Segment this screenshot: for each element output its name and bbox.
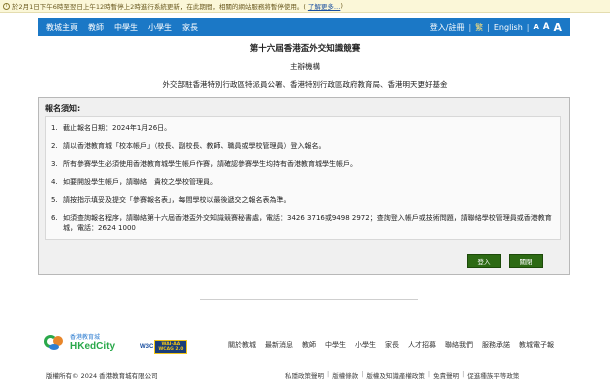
- footer-link-parents[interactable]: 家長: [385, 340, 399, 350]
- page-header: 第十六屆香港盃外交知識競賽 主辦機構 外交部駐香港特別行政區特派員公署、香港特別…: [0, 40, 610, 90]
- policy-link-ip[interactable]: 版權及知識產權政策: [366, 370, 425, 380]
- w3c-logo: W3C: [140, 344, 154, 350]
- nav-item-parents[interactable]: 家長: [182, 22, 198, 33]
- notice-text: 於2月1日下午6時至翌日上午12時暫停上2時進行系統更新，在此期間，相關的網站服…: [12, 3, 306, 11]
- footer-link-about[interactable]: 關於教城: [228, 340, 256, 350]
- nav-item-teachers[interactable]: 教師: [88, 22, 104, 33]
- wcag-version: WCAG 2.0: [158, 347, 184, 352]
- nav-item-secondary[interactable]: 中學生: [114, 22, 138, 33]
- item-number: 4.: [51, 178, 58, 186]
- copyright-text: 版權所有© 2024 香港教育城有限公司: [46, 372, 158, 380]
- item-text: 請以香港教育城「校本帳戶」（校長、副校長、教師、職員或學校管理員）登入報名。: [63, 142, 326, 150]
- footer-link-contact[interactable]: 聯絡我們: [445, 340, 473, 350]
- notice-close-paren: ): [340, 2, 343, 10]
- list-item: 2. 請以香港教育城「校本帳戶」（校長、副校長、教師、職員或學校管理員）登入報名…: [51, 141, 556, 151]
- footer-links: 關於教城 最新消息 教師 中學生 小學生 家長 人才招募 聯絡我們 服務承諾 教…: [228, 340, 554, 350]
- list-item: 1. 截止報名日期：2024年1月26日。: [51, 123, 556, 133]
- item-text: 請按指示填妥及提交「參賽報名表」，每間學校以最後遞交之報名表為準。: [63, 196, 291, 204]
- nav-utilities: 登入/註冊 | 繁 | English | A A A: [430, 21, 562, 34]
- font-size-medium-button[interactable]: A: [543, 22, 550, 32]
- policy-links: 私隱政策聲明 | 版權條款 | 版權及知識產權政策 | 免責聲明 | 促進種族平…: [285, 370, 519, 380]
- logo-english: HKedCity: [70, 341, 116, 352]
- hkedcity-logo[interactable]: 香港教育城 HKedCity: [44, 332, 115, 352]
- separator: |: [327, 370, 330, 378]
- font-size-large-button[interactable]: A: [553, 21, 562, 34]
- login-button[interactable]: 登入: [467, 254, 501, 268]
- footer-link-secondary[interactable]: 中學生: [325, 340, 346, 350]
- list-item: 6. 如須查詢報名程序，請聯絡第十六屆香港盃外交知識競賽秘書處，電話：3426 …: [51, 213, 556, 233]
- close-button[interactable]: 關閉: [509, 254, 543, 268]
- lang-english-link[interactable]: English: [494, 23, 523, 32]
- hkedcity-logo-icon: [44, 332, 68, 352]
- top-navigation: 教城主頁 教師 中學生 小學生 家長 登入/註冊 | 繁 | English |…: [38, 18, 570, 36]
- separator: |: [427, 370, 431, 378]
- footer-link-primary[interactable]: 小學生: [355, 340, 376, 350]
- notice-bar: i 於2月1日下午6時至翌日上午12時暫停上2時進行系統更新，在此期間，相關的網…: [0, 0, 610, 13]
- notice-list: 1. 截止報名日期：2024年1月26日。 2. 請以香港教育城「校本帳戶」（校…: [45, 116, 561, 240]
- page-title: 第十六屆香港盃外交知識競賽: [249, 44, 361, 54]
- learn-more-link[interactable]: 了解更多…: [308, 1, 341, 11]
- list-item: 4. 如要開設學生帳戶，請聯絡 貴校之學校管理員。: [51, 177, 556, 187]
- footer-link-pledge[interactable]: 服務承諾: [482, 340, 510, 350]
- nav-item-home[interactable]: 教城主頁: [46, 22, 78, 33]
- separator: |: [361, 370, 364, 378]
- login-register-link[interactable]: 登入/註冊: [430, 22, 465, 33]
- separator: |: [468, 22, 472, 32]
- nav-menu: 教城主頁 教師 中學生 小學生 家長: [46, 22, 198, 33]
- logo-chinese: 香港教育城: [70, 334, 101, 341]
- footer-link-careers[interactable]: 人才招募: [408, 340, 436, 350]
- panel-title: 報名須知:: [45, 104, 81, 113]
- footer-link-newsletter[interactable]: 教城電子報: [519, 340, 554, 350]
- policy-link-privacy[interactable]: 私隱政策聲明: [285, 370, 324, 380]
- registration-notice-panel: 報名須知: 1. 截止報名日期：2024年1月26日。 2. 請以香港教育城「校…: [38, 97, 570, 275]
- item-text: 如須查詢報名程序，請聯絡第十六屆香港盃外交知識競賽秘書處，電話：3426 371…: [63, 214, 552, 232]
- organizer-label: 主辦機構: [290, 62, 320, 71]
- lang-traditional-link[interactable]: 繁: [475, 22, 483, 33]
- list-item: 5. 請按指示填妥及提交「參賽報名表」，每間學校以最後遞交之報名表為準。: [51, 195, 556, 205]
- separator: |: [462, 370, 465, 378]
- item-number: 2.: [51, 142, 58, 150]
- policy-link-disclaimer[interactable]: 免責聲明: [433, 370, 459, 380]
- wai-aa-badge: WAI-AA WCAG 2.0: [154, 340, 188, 354]
- item-number: 1.: [51, 124, 58, 132]
- separator: |: [526, 22, 530, 32]
- item-text: 所有參賽學生必須使用香港教育城學生帳戶作賽，請確認參賽學生均持有香港教育城學生帳…: [63, 160, 357, 168]
- item-number: 6.: [51, 214, 58, 222]
- w3c-wai-badge[interactable]: W3C WAI-AA WCAG 2.0: [140, 340, 188, 354]
- info-icon: i: [3, 2, 10, 10]
- item-text: 如要開設學生帳戶，請聯絡 貴校之學校管理員。: [63, 178, 217, 186]
- font-size-small-button[interactable]: A: [533, 23, 538, 31]
- list-item: 3. 所有參賽學生必須使用香港教育城學生帳戶作賽，請確認參賽學生均持有香港教育城…: [51, 159, 556, 169]
- nav-item-primary[interactable]: 小學生: [148, 22, 172, 33]
- item-number: 3.: [51, 160, 58, 168]
- item-text: 截止報名日期：2024年1月26日。: [63, 124, 172, 132]
- item-number: 5.: [51, 196, 58, 204]
- logo-text: 香港教育城 HKedCity: [70, 332, 115, 352]
- policy-link-racial-equality[interactable]: 促進種族平等政策: [467, 370, 519, 380]
- footer-link-news[interactable]: 最新消息: [265, 340, 293, 350]
- divider: [200, 299, 418, 300]
- separator: |: [487, 22, 490, 32]
- organizers-text: 外交部駐香港特別行政區特派員公署、香港特別行政區政府教育局、香港明天更好基金: [162, 80, 448, 89]
- footer: 香港教育城 HKedCity W3C WAI-AA WCAG 2.0 關於教城 …: [0, 318, 610, 389]
- policy-link-copyright[interactable]: 版權條款: [332, 370, 358, 380]
- footer-link-teachers[interactable]: 教師: [302, 340, 316, 350]
